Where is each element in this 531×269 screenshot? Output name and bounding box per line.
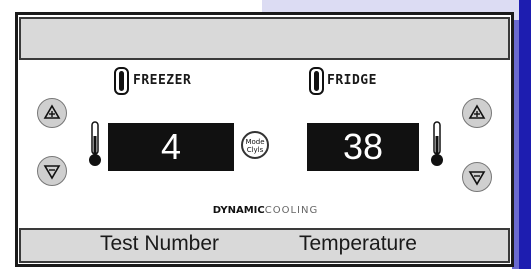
minus-arrow-icon <box>468 171 486 186</box>
test-number-label: Test Number <box>100 232 220 255</box>
freezer-down-button[interactable] <box>37 156 67 186</box>
status-bar <box>19 228 510 263</box>
brand-logo-bold: DYNAMIC <box>212 205 265 216</box>
plus-arrow-icon <box>43 104 61 119</box>
freezer-thermometer-icon <box>89 121 101 166</box>
minus-arrow-icon <box>43 165 61 180</box>
fridge-temperature-display: 38 <box>307 123 419 171</box>
mode-button[interactable]: Mode Clyls <box>241 131 269 159</box>
fridge-down-button[interactable] <box>462 162 492 192</box>
panel-top-bar <box>19 17 510 60</box>
fridge-title: FRIDGE <box>327 73 377 88</box>
brand-logo: DYNAMICCOOLING <box>0 205 531 216</box>
fridge-door-icon <box>309 67 324 95</box>
mode-button-sublabel: Clyls <box>246 146 264 154</box>
fridge-up-button[interactable] <box>462 98 492 128</box>
freezer-door-icon <box>114 67 129 95</box>
freezer-up-button[interactable] <box>37 98 67 128</box>
fridge-thermometer-icon <box>431 121 443 166</box>
plus-arrow-icon <box>468 104 486 119</box>
freezer-title: FREEZER <box>133 73 192 88</box>
brand-logo-light: COOLING <box>264 205 319 216</box>
freezer-temperature-display: 4 <box>108 123 234 171</box>
background-edge <box>519 0 531 269</box>
mode-button-label: Mode <box>245 138 265 146</box>
temperature-label: Temperature <box>299 232 417 255</box>
